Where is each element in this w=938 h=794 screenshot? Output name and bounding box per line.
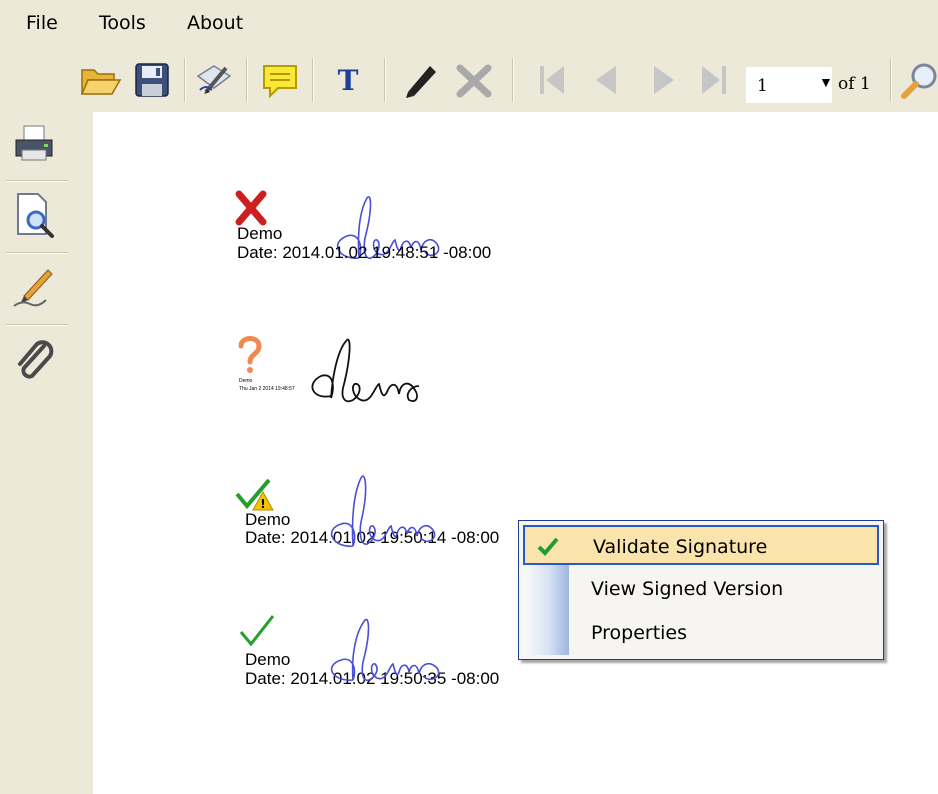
menu-file[interactable]: File (26, 12, 58, 34)
sign-icon[interactable] (192, 58, 236, 102)
open-icon[interactable] (78, 58, 122, 102)
menu-item-label: Properties (591, 622, 688, 644)
menu-item-properties[interactable]: Properties (523, 613, 879, 653)
save-icon[interactable] (130, 58, 174, 102)
signature-field-valid[interactable]: Demo Date: 2014.01.02 19:50:35 -08:00 (233, 612, 553, 712)
valid-status-icon (239, 615, 275, 647)
first-page-icon[interactable] (530, 58, 574, 102)
pencil-icon[interactable] (398, 58, 442, 102)
print-icon[interactable] (10, 120, 58, 168)
sidebar-separator (6, 252, 68, 254)
handwritten-signature (311, 338, 420, 403)
menu-about[interactable]: About (187, 12, 243, 34)
attachment-icon[interactable] (10, 336, 58, 384)
toolbar-separator (312, 58, 314, 102)
signature-field-warning[interactable]: ! Demo Date: 2014.01.02 19:50:14 -08:00 (233, 472, 533, 572)
signature-context-menu: Validate Signature View Signed Version P… (518, 520, 884, 660)
signature-field-unknown[interactable]: Demo Thu Jan 2 2014 19:48:57 (233, 334, 533, 424)
valid-warning-status-icon: ! (235, 478, 274, 511)
last-page-icon[interactable] (692, 58, 736, 102)
signer-name: Demo (239, 378, 253, 384)
delete-icon[interactable] (452, 58, 496, 102)
menu-tools[interactable]: Tools (99, 12, 146, 34)
text-icon[interactable]: T (326, 58, 370, 102)
toolbar-separator (512, 58, 514, 102)
menu-bar: File Tools About (0, 0, 938, 48)
invalid-status-icon (235, 190, 267, 226)
next-page-icon[interactable] (642, 58, 686, 102)
signature-date: Date: 2014.01.02 19:48:51 -08:00 (237, 243, 492, 262)
menu-item-label: View Signed Version (591, 578, 784, 600)
svg-text:T: T (338, 64, 359, 97)
signature-date: Thu Jan 2 2014 19:48:57 (239, 386, 295, 392)
signature-pen-icon[interactable] (10, 262, 58, 310)
document-page: Demo Date: 2014.01.02 19:48:51 -08:00 De… (93, 112, 938, 794)
menu-item-label: Validate Signature (593, 536, 768, 558)
toolbar-separator (890, 58, 892, 102)
menu-item-view-signed-version[interactable]: View Signed Version (523, 569, 879, 609)
menu-item-validate-signature[interactable]: Validate Signature (523, 525, 879, 565)
toolbar-separator (246, 58, 248, 102)
prev-page-icon[interactable] (584, 58, 628, 102)
page-number-select[interactable]: 1 ▼ (746, 67, 833, 103)
signer-name: Demo (245, 650, 291, 669)
chevron-down-icon[interactable]: ▼ (819, 74, 833, 90)
page-count-label: of 1 (838, 74, 871, 94)
sidebar (0, 112, 93, 794)
handwritten-signature (336, 195, 440, 260)
signer-name: Demo (237, 224, 283, 243)
zoom-icon[interactable] (898, 58, 938, 102)
comment-icon[interactable] (258, 58, 302, 102)
unknown-status-icon (238, 336, 262, 373)
checkmark-icon (537, 537, 559, 556)
sidebar-separator (6, 180, 68, 182)
page-number-value: 1 (757, 76, 768, 96)
signer-name: Demo (245, 510, 291, 529)
sidebar-separator (6, 324, 68, 326)
toolbar-separator (184, 58, 186, 102)
preview-icon[interactable] (10, 190, 58, 238)
toolbar-separator (384, 58, 386, 102)
svg-text:!: ! (260, 497, 265, 511)
handwritten-signature (330, 475, 436, 547)
signature-field-invalid[interactable]: Demo Date: 2014.01.02 19:48:51 -08:00 (233, 188, 693, 298)
handwritten-signature (330, 618, 440, 682)
